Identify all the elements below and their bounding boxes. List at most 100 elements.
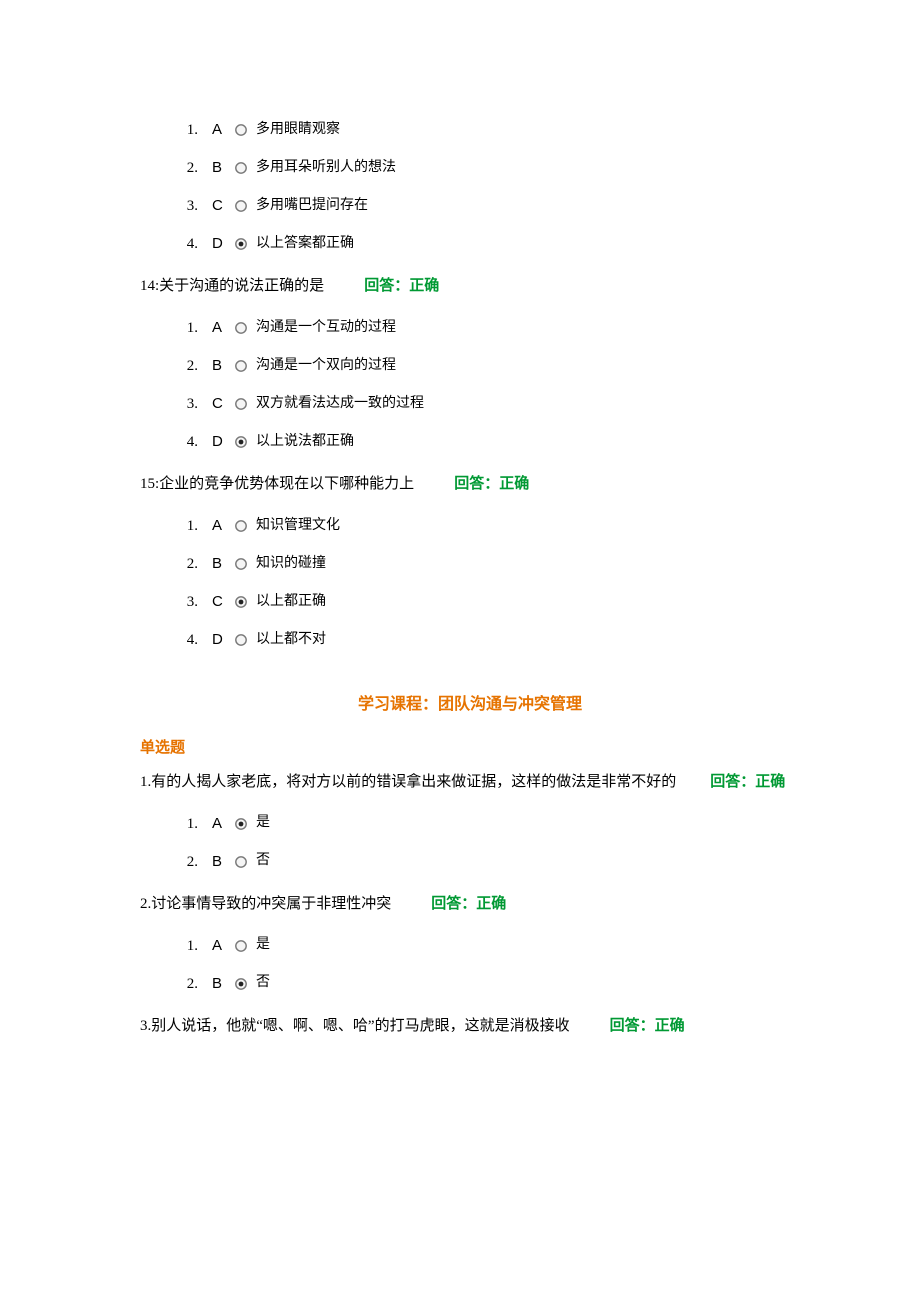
q14-option-c[interactable]: 3. C 双方就看法达成一致的过程	[170, 392, 800, 416]
radio-unselected-icon[interactable]	[234, 123, 248, 137]
option-text: 以上说法都正确	[256, 431, 354, 453]
q13-option-b[interactable]: 2. B 多用耳朵听别人的想法	[170, 156, 800, 180]
s2-option-b[interactable]: 2. B 否	[170, 972, 800, 996]
answer-value: 正确	[409, 278, 439, 294]
option-text: 双方就看法达成一致的过程	[256, 393, 424, 415]
option-text: 沟通是一个双向的过程	[256, 355, 396, 377]
radio-unselected-icon[interactable]	[234, 557, 248, 571]
option-letter: B	[212, 972, 230, 996]
option-text: 是	[256, 812, 270, 834]
s2-options: 1. A 是 2. B 否	[170, 934, 800, 996]
radio-selected-icon[interactable]	[234, 817, 248, 831]
option-number: 3.	[170, 590, 198, 614]
option-number: 2.	[170, 156, 198, 180]
q14-option-d[interactable]: 4. D 以上说法都正确	[170, 430, 800, 454]
q14-option-a[interactable]: 1. A 沟通是一个互动的过程	[170, 316, 800, 340]
option-number: 4.	[170, 232, 198, 256]
option-number: 1.	[170, 514, 198, 538]
s1-option-a[interactable]: 1. A 是	[170, 812, 800, 836]
option-text: 否	[256, 972, 270, 994]
option-text: 多用眼睛观察	[256, 119, 340, 141]
radio-selected-icon[interactable]	[234, 237, 248, 251]
s2-line: 2.讨论事情导致的冲突属于非理性冲突回答：正确	[140, 892, 800, 916]
q15-line: 15:企业的竞争优势体现在以下哪种能力上 回答：正确	[140, 472, 800, 496]
radio-selected-icon[interactable]	[234, 977, 248, 991]
radio-unselected-icon[interactable]	[234, 855, 248, 869]
question-number: 2.	[140, 896, 151, 912]
radio-selected-icon[interactable]	[234, 435, 248, 449]
answer-value: 正确	[476, 896, 506, 912]
option-number: 2.	[170, 354, 198, 378]
option-number: 1.	[170, 934, 198, 958]
option-number: 4.	[170, 430, 198, 454]
option-letter: A	[212, 118, 230, 142]
radio-unselected-icon[interactable]	[234, 161, 248, 175]
q15-option-d[interactable]: 4. D 以上都不对	[170, 628, 800, 652]
s1-options: 1. A 是 2. B 否	[170, 812, 800, 874]
option-letter: B	[212, 850, 230, 874]
q14-options: 1. A 沟通是一个互动的过程 2. B 沟通是一个双向的过程 3. C 双方就…	[170, 316, 800, 454]
question-number: 1.	[140, 774, 151, 790]
option-number: 2.	[170, 850, 198, 874]
radio-unselected-icon[interactable]	[234, 359, 248, 373]
radio-unselected-icon[interactable]	[234, 519, 248, 533]
q15-option-a[interactable]: 1. A 知识管理文化	[170, 514, 800, 538]
option-letter: A	[212, 812, 230, 836]
q13-option-c[interactable]: 3. C 多用嘴巴提问存在	[170, 194, 800, 218]
option-text: 以上答案都正确	[256, 233, 354, 255]
option-letter: A	[212, 514, 230, 538]
document-page: 1. A 多用眼睛观察 2. B 多用耳朵听别人的想法 3. C 多用嘴巴提问存…	[0, 0, 920, 1122]
q13-option-d[interactable]: 4. D 以上答案都正确	[170, 232, 800, 256]
question-text: 企业的竞争优势体现在以下哪种能力上	[159, 476, 414, 492]
option-number: 2.	[170, 972, 198, 996]
option-text: 多用嘴巴提问存在	[256, 195, 368, 217]
q15-option-c[interactable]: 3. C 以上都正确	[170, 590, 800, 614]
q13-options: 1. A 多用眼睛观察 2. B 多用耳朵听别人的想法 3. C 多用嘴巴提问存…	[170, 118, 800, 256]
option-letter: B	[212, 552, 230, 576]
option-text: 以上都不对	[256, 629, 326, 651]
s1-option-b[interactable]: 2. B 否	[170, 850, 800, 874]
question-text: 别人说话，他就“嗯、啊、嗯、哈”的打马虎眼，这就是消极接收	[151, 1018, 569, 1034]
question-text: 有的人揭人家老底，将对方以前的错误拿出来做证据，这样的做法是非常不好的	[151, 774, 676, 790]
answer-label: 回答：	[610, 1018, 655, 1034]
option-letter: D	[212, 430, 230, 454]
option-number: 3.	[170, 392, 198, 416]
option-letter: B	[212, 354, 230, 378]
question-number: 3.	[140, 1018, 151, 1034]
option-letter: C	[212, 392, 230, 416]
answer-label: 回答：	[454, 476, 499, 492]
option-letter: D	[212, 232, 230, 256]
option-number: 1.	[170, 316, 198, 340]
answer-value: 正确	[755, 774, 785, 790]
option-text: 多用耳朵听别人的想法	[256, 157, 396, 179]
option-text: 是	[256, 934, 270, 956]
q14-option-b[interactable]: 2. B 沟通是一个双向的过程	[170, 354, 800, 378]
radio-unselected-icon[interactable]	[234, 397, 248, 411]
option-letter: A	[212, 934, 230, 958]
q13-option-a[interactable]: 1. A 多用眼睛观察	[170, 118, 800, 142]
question-number: 14:	[140, 278, 159, 294]
answer-value: 正确	[499, 476, 529, 492]
q15-options: 1. A 知识管理文化 2. B 知识的碰撞 3. C 以上都正确 4. D 以…	[170, 514, 800, 652]
answer-label: 回答：	[364, 278, 409, 294]
radio-unselected-icon[interactable]	[234, 939, 248, 953]
answer-label: 回答：	[710, 774, 755, 790]
q15-option-b[interactable]: 2. B 知识的碰撞	[170, 552, 800, 576]
question-text: 讨论事情导致的冲突属于非理性冲突	[151, 896, 391, 912]
radio-unselected-icon[interactable]	[234, 199, 248, 213]
option-letter: C	[212, 590, 230, 614]
option-number: 3.	[170, 194, 198, 218]
radio-unselected-icon[interactable]	[234, 321, 248, 335]
s1-line: 1.有的人揭人家老底，将对方以前的错误拿出来做证据，这样的做法是非常不好的 回答：…	[140, 770, 800, 794]
option-text: 沟通是一个互动的过程	[256, 317, 396, 339]
radio-selected-icon[interactable]	[234, 595, 248, 609]
course-title: 学习课程：团队沟通与冲突管理	[140, 692, 800, 718]
option-text: 否	[256, 850, 270, 872]
radio-unselected-icon[interactable]	[234, 633, 248, 647]
s2-option-a[interactable]: 1. A 是	[170, 934, 800, 958]
option-letter: D	[212, 628, 230, 652]
question-text: 关于沟通的说法正确的是	[159, 278, 324, 294]
question-number: 15:	[140, 476, 159, 492]
option-letter: B	[212, 156, 230, 180]
option-letter: A	[212, 316, 230, 340]
